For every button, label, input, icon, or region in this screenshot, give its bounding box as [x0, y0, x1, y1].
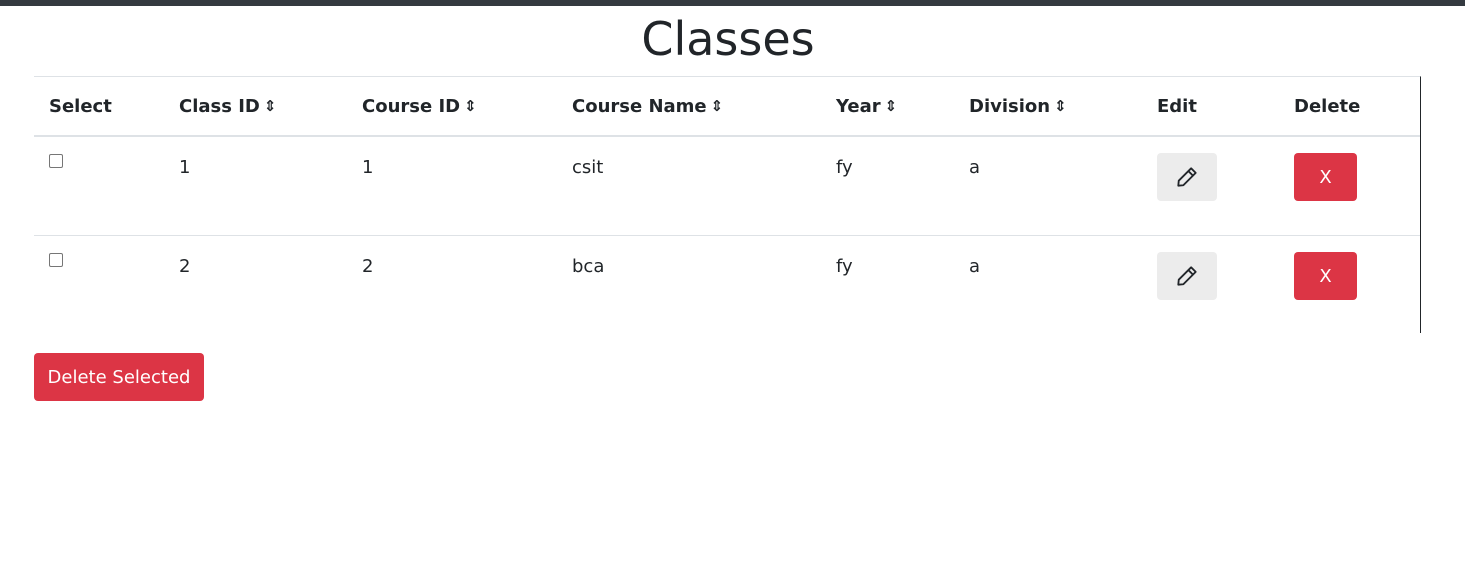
table-header-row: Select Class ID ⇕ Course ID ⇕ Course Name ⇕… — [34, 77, 1420, 137]
classes-table: Select Class ID ⇕ Course ID ⇕ Course Name ⇕… — [34, 77, 1420, 334]
course-name-cell: bca — [572, 256, 605, 277]
page-title: Classes — [641, 12, 815, 66]
division-cell: a — [969, 157, 981, 178]
pencil-icon — [1177, 266, 1197, 286]
header-edit: Edit — [1142, 77, 1279, 137]
table-row: 2 2 bca fy a X — [34, 236, 1420, 335]
top-bar — [0, 0, 1465, 6]
classes-table-container: Select Class ID ⇕ Course ID ⇕ Course Name ⇕… — [34, 76, 1421, 333]
delete-row-button[interactable]: X — [1294, 153, 1357, 201]
table-row: 1 1 csit fy a X — [34, 136, 1420, 236]
header-select: Select — [34, 77, 164, 137]
division-cell: a — [969, 256, 981, 277]
header-course-id[interactable]: Course ID ⇕ — [347, 77, 557, 137]
edit-button[interactable] — [1157, 153, 1217, 201]
sort-arrows-icon[interactable]: ⇕ — [1054, 97, 1067, 115]
pencil-icon — [1177, 167, 1197, 187]
course-name-cell: csit — [572, 157, 604, 178]
class-id-cell: 2 — [179, 256, 191, 277]
course-id-cell: 1 — [362, 157, 374, 178]
sort-arrows-icon[interactable]: ⇕ — [711, 97, 724, 115]
sort-arrows-icon[interactable]: ⇕ — [264, 97, 277, 115]
sort-arrows-icon[interactable]: ⇕ — [464, 97, 477, 115]
row-select-checkbox[interactable] — [49, 154, 63, 168]
delete-selected-button[interactable]: Delete Selected — [34, 353, 204, 401]
year-cell: fy — [836, 157, 853, 178]
course-id-cell: 2 — [362, 256, 374, 277]
header-course-name[interactable]: Course Name ⇕ — [557, 77, 821, 137]
year-cell: fy — [836, 256, 853, 277]
class-id-cell: 1 — [179, 157, 191, 178]
header-year[interactable]: Year ⇕ — [821, 77, 954, 137]
header-class-id[interactable]: Class ID ⇕ — [164, 77, 347, 137]
header-delete: Delete — [1279, 77, 1420, 137]
header-division[interactable]: Division ⇕ — [954, 77, 1142, 137]
row-select-checkbox[interactable] — [49, 253, 63, 267]
delete-row-button[interactable]: X — [1294, 252, 1357, 300]
sort-arrows-icon[interactable]: ⇕ — [885, 97, 898, 115]
edit-button[interactable] — [1157, 252, 1217, 300]
